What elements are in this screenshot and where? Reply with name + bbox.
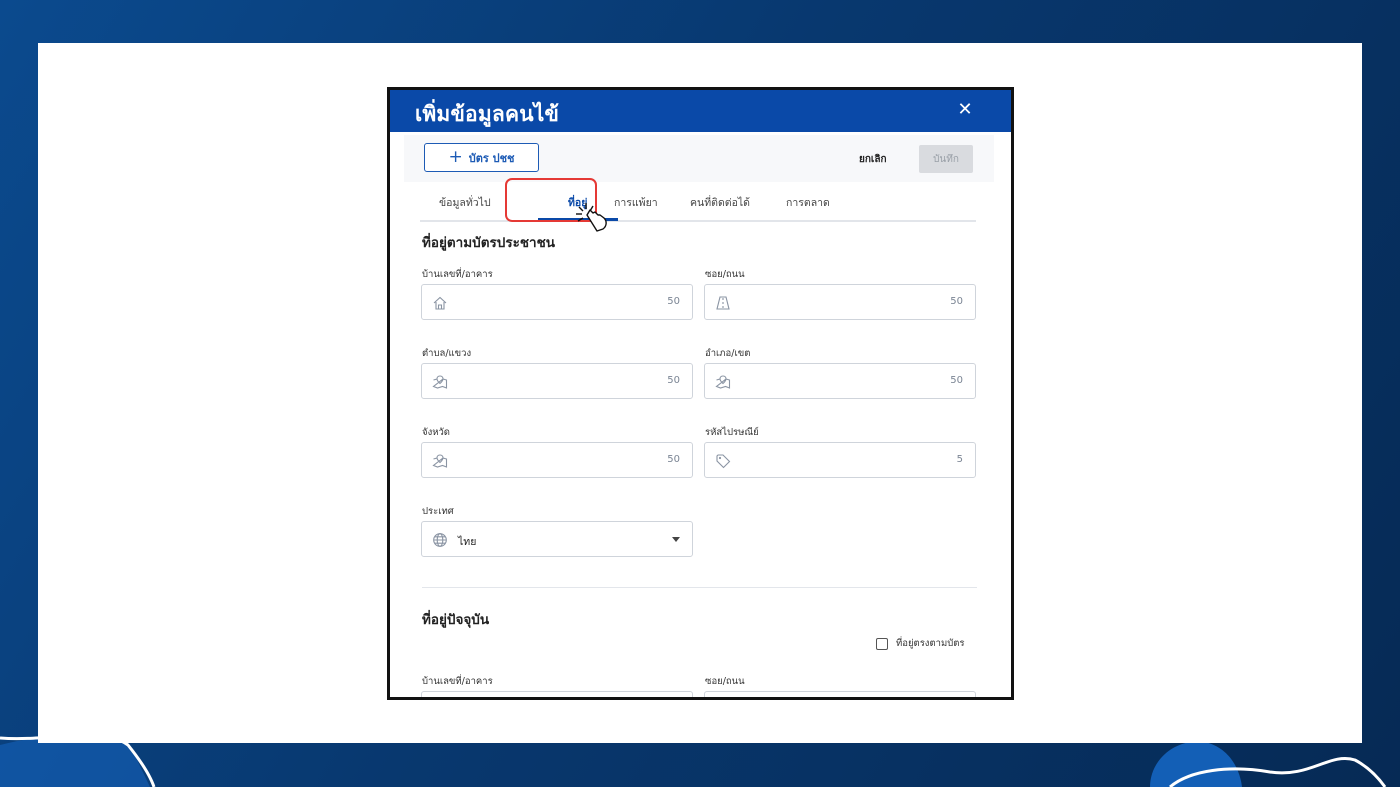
soi-input[interactable]: 50 — [704, 284, 976, 320]
save-button[interactable]: บันทึก — [919, 145, 973, 173]
tab-allergy[interactable]: การแพ้ยา — [614, 194, 658, 211]
tab-contacts[interactable]: คนที่ติดต่อได้ — [690, 194, 750, 211]
district-input[interactable]: 50 — [704, 363, 976, 399]
home-icon — [433, 296, 447, 310]
tag-icon — [716, 454, 731, 469]
district-counter: 50 — [950, 375, 963, 386]
current-soi-input[interactable] — [704, 691, 976, 697]
section-divider — [422, 587, 977, 588]
road-icon — [716, 296, 730, 310]
scrollbar[interactable] — [1013, 380, 1014, 480]
district-label: อำเภอ/เขต — [705, 348, 751, 359]
globe-icon — [433, 533, 447, 547]
same-as-card-checkbox[interactable] — [876, 637, 888, 650]
same-as-card-option[interactable]: ที่อยู่ตรงตามบัตร — [876, 636, 965, 651]
province-input[interactable]: 50 — [421, 442, 693, 478]
soi-counter: 50 — [950, 296, 963, 307]
house-no-counter: 50 — [667, 296, 680, 307]
postcode-input[interactable]: 5 — [704, 442, 976, 478]
current-house-no-input[interactable] — [421, 691, 693, 697]
current-address-title: ที่อยู่ปัจจุบัน — [422, 612, 490, 628]
add-id-card-label: บัตร ปชช — [468, 151, 515, 165]
tab-bar: ข้อมูลทั่วไป ที่อยู่ การแพ้ยา คนที่ติดต่… — [420, 182, 976, 222]
map-pin-icon — [432, 454, 448, 468]
subdistrict-counter: 50 — [667, 375, 680, 386]
modal-toolbar: + บัตร ปชช ยกเลิก บันทึก — [404, 135, 994, 182]
plus-icon: + — [448, 147, 463, 167]
current-soi-label: ซอย/ถนน — [705, 676, 745, 687]
house-no-input[interactable]: 50 — [421, 284, 693, 320]
soi-label: ซอย/ถนน — [705, 269, 745, 280]
house-no-label: บ้านเลขที่/อาคาร — [422, 269, 493, 280]
add-patient-modal: เพิ่มข้อมูลคนไข้ ✕ + บัตร ปชช ยกเลิก บัน… — [387, 87, 1014, 700]
map-pin-icon — [432, 375, 448, 389]
tab-marketing[interactable]: การตลาด — [786, 194, 830, 211]
province-label: จังหวัด — [422, 427, 450, 438]
country-select[interactable]: ไทย — [421, 521, 693, 557]
postcode-counter: 5 — [956, 454, 963, 465]
subdistrict-label: ตำบล/แขวง — [422, 348, 472, 359]
province-counter: 50 — [667, 454, 680, 465]
close-icon[interactable]: ✕ — [954, 99, 976, 121]
current-house-no-label: บ้านเลขที่/อาคาร — [422, 676, 493, 687]
tab-general[interactable]: ข้อมูลทั่วไป — [439, 194, 491, 211]
modal-title: เพิ่มข้อมูลคนไข้ — [415, 102, 560, 126]
postcode-label: รหัสไปรษณีย์ — [705, 427, 759, 438]
click-cursor-icon — [576, 203, 607, 232]
country-value: ไทย — [458, 536, 477, 548]
chevron-down-icon — [672, 537, 680, 542]
map-pin-icon — [715, 375, 731, 389]
subdistrict-input[interactable]: 50 — [421, 363, 693, 399]
id-address-title: ที่อยู่ตามบัตรประชาชน — [422, 235, 555, 251]
add-id-card-button[interactable]: + บัตร ปชช — [424, 143, 539, 172]
modal-header: เพิ่มข้อมูลคนไข้ ✕ — [390, 90, 1011, 132]
country-label: ประเทศ — [422, 506, 454, 517]
cancel-button[interactable]: ยกเลิก — [859, 152, 887, 167]
same-as-card-label: ที่อยู่ตรงตามบัตร — [896, 638, 965, 649]
